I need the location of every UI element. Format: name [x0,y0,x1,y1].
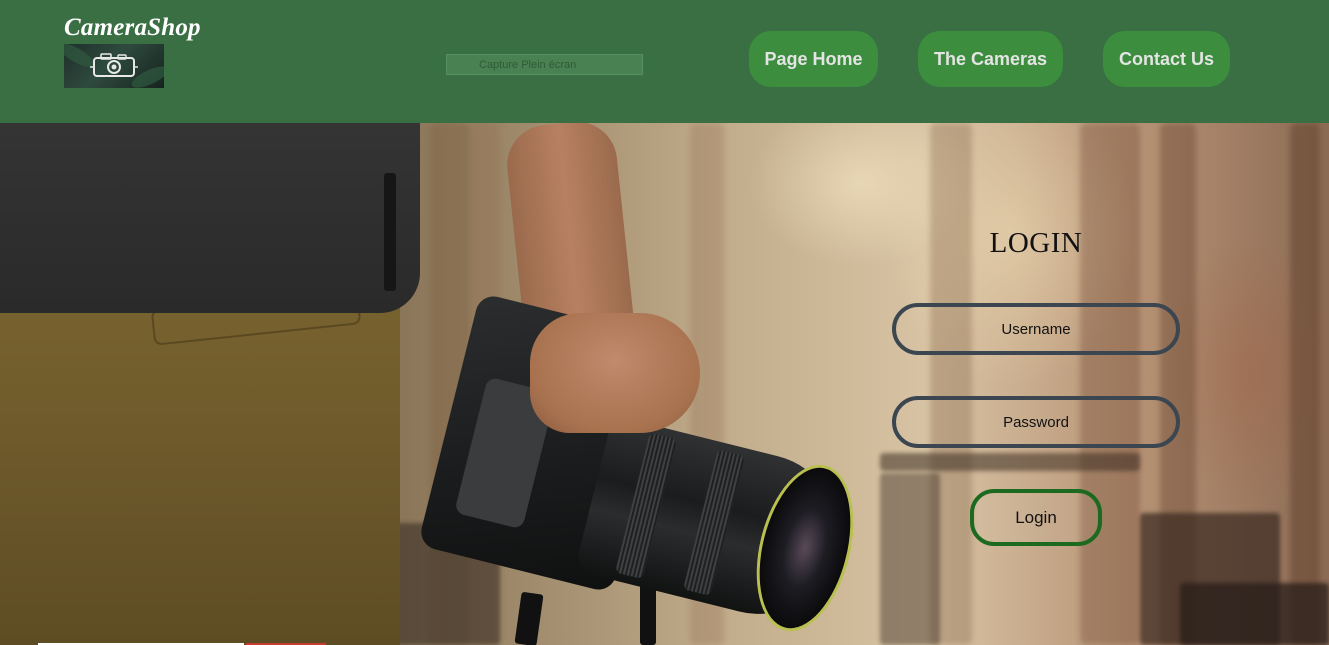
photo-shirt [0,123,420,313]
brand-title: CameraShop [64,14,201,41]
brand-logo[interactable] [64,44,164,88]
lens-ring [683,449,746,597]
password-input[interactable] [892,396,1180,448]
background-railing [880,473,940,645]
nav-the-cameras-button[interactable]: The Cameras [918,31,1063,87]
photo-hand [530,313,700,433]
background-railing [880,453,1140,471]
login-title: LOGIN [989,227,1083,259]
background-railing [1180,583,1329,645]
background-tree [1080,123,1140,645]
site-header: CameraShop Page Home The Cameras Contact… [0,0,1329,123]
lens-ring [615,432,678,580]
hero-section: LOGIN Login [0,123,1329,645]
login-button[interactable]: Login [970,489,1102,546]
nav-page-home-button[interactable]: Page Home [749,31,878,87]
camera-strap [514,591,544,645]
nav-contact-us-button[interactable]: Contact Us [1103,31,1230,87]
background-tree [1290,123,1320,645]
photo-strap [384,173,396,291]
username-input[interactable] [892,303,1180,355]
search-input[interactable] [446,54,643,75]
camera-icon [90,53,138,77]
